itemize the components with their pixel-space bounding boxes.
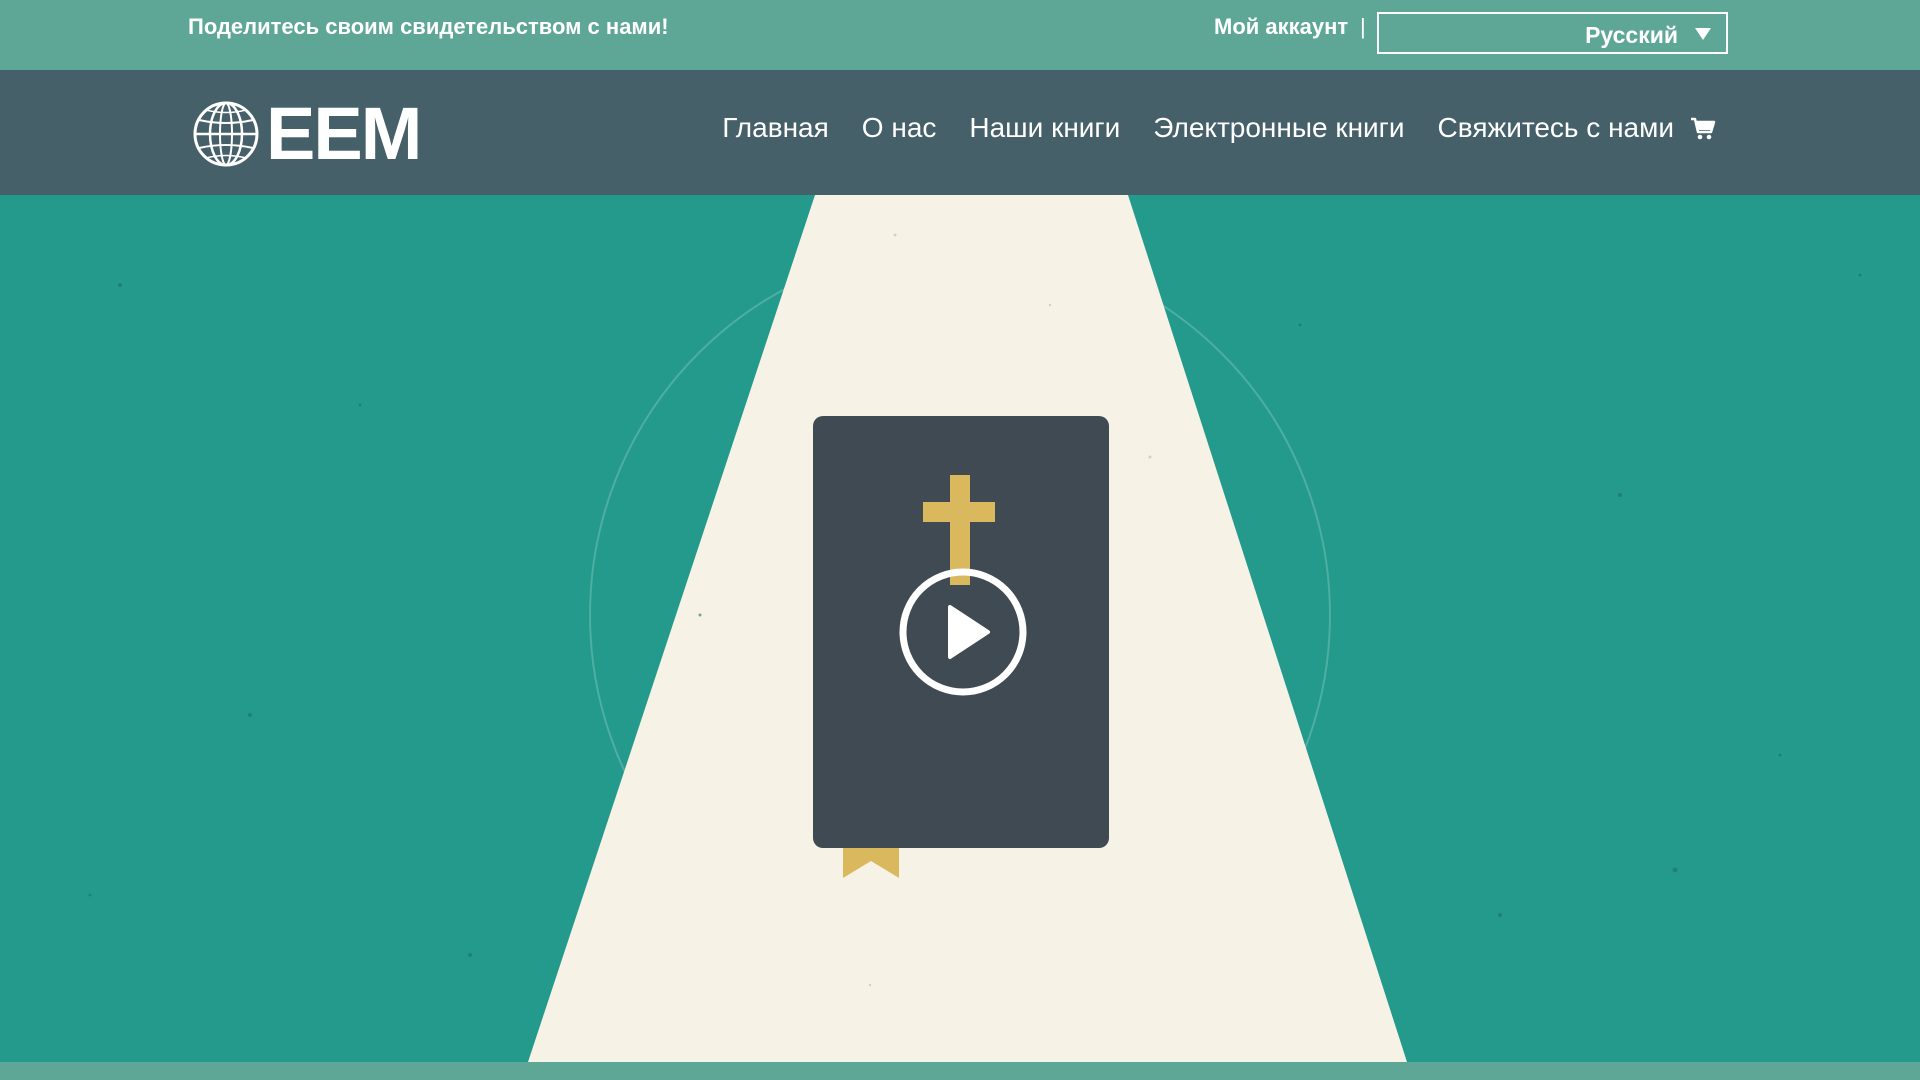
hero-video[interactable] [0,195,1920,1062]
language-selected-value: Русский [1585,22,1678,48]
cart-icon[interactable] [1690,115,1716,141]
site-logo[interactable]: EEM [192,92,422,175]
nav-item-ebooks[interactable]: Электронные книги [1153,112,1404,144]
play-icon[interactable] [898,567,1028,697]
nav-item-about[interactable]: О нас [862,112,937,144]
nav-item-contact[interactable]: Свяжитесь с нами [1438,112,1674,144]
chevron-down-icon [1695,28,1711,40]
top-utility-bar: Поделитесь своим свидетельством с нами! … [0,0,1920,70]
share-testimony-link[interactable]: Поделитесь своим свидетельством с нами! [188,14,669,40]
nav-menu: Главная О нас Наши книги Электронные кни… [689,112,1716,144]
logo-wordmark: EEM [266,92,422,175]
nav-item-books[interactable]: Наши книги [969,112,1120,144]
nav-item-home[interactable]: Главная [722,112,829,144]
page: Поделитесь своим свидетельством с нами! … [0,0,1920,1080]
main-navbar: EEM Главная О нас Наши книги Электронные… [0,70,1920,195]
separator: | [1360,14,1366,39]
my-account-link[interactable]: Мой аккаунт [1214,14,1348,40]
globe-icon [193,101,259,167]
bottom-strip [0,1062,1920,1080]
language-select[interactable]: Русский [1377,12,1728,54]
